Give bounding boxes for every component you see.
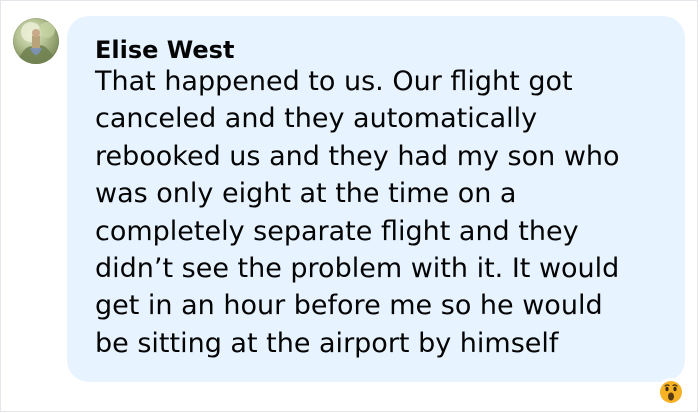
wow-emoji-icon [660,381,682,403]
comment-text: That happened to us. Our flight got canc… [95,66,620,359]
avatar-photo-icon [19,22,55,64]
comment-bubble: Elise West That happened to us. Our flig… [67,16,685,382]
reaction-badge[interactable] [657,378,685,406]
comment-card: Elise West That happened to us. Our flig… [0,0,698,412]
comment-author[interactable]: Elise West [95,36,657,64]
avatar[interactable] [13,18,59,64]
